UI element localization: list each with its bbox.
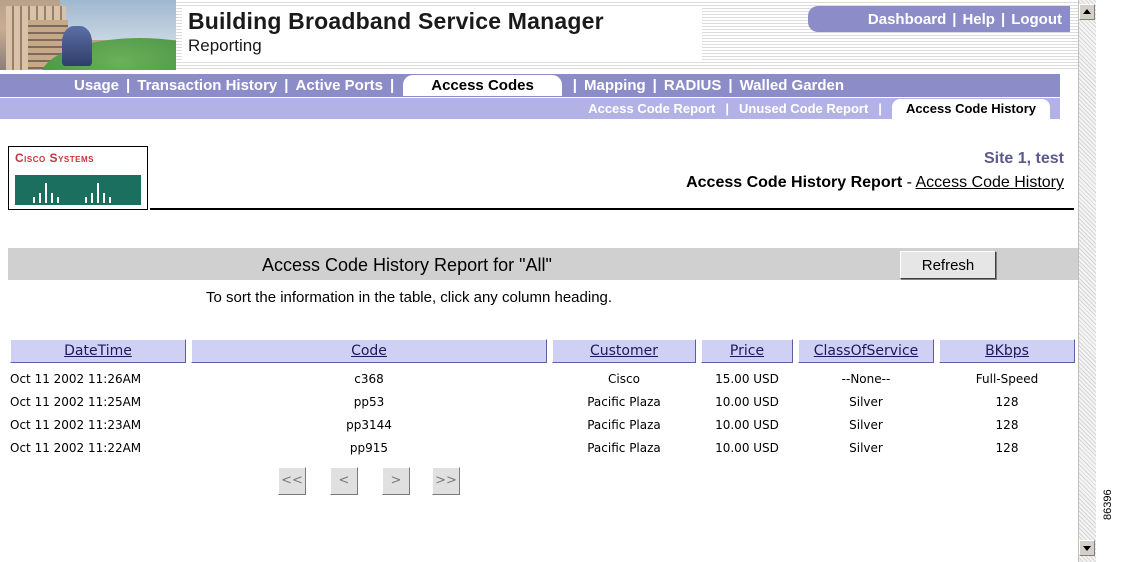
cell-code: c368 (354, 372, 384, 386)
column-header-price[interactable]: Price (701, 339, 793, 363)
report-title: Access Code History Report for "All" (262, 255, 552, 275)
column-header-classofservice[interactable]: ClassOfService (798, 339, 934, 363)
cell-classofservice: Silver (849, 418, 883, 432)
cell-datetime: Oct 11 2002 11:23AM (10, 418, 142, 432)
nav-mapping[interactable]: Mapping (584, 77, 646, 94)
figure-id: 86396 (1102, 489, 1114, 520)
utility-nav: Dashboard | Help | Logout (808, 6, 1070, 32)
cell-classofservice: Silver (849, 441, 883, 455)
scroll-up-icon[interactable] (1079, 4, 1095, 20)
first-page-button[interactable]: << (278, 467, 306, 495)
vertical-scrollbar[interactable] (1078, 0, 1096, 562)
cell-bkbps: Full-Speed (975, 372, 1039, 386)
app-subtitle: Reporting (188, 36, 262, 55)
cell-customer: Cisco (608, 372, 640, 386)
cell-code: pp915 (349, 441, 389, 455)
logout-link[interactable]: Logout (1011, 11, 1062, 28)
column-header-customer[interactable]: Customer (552, 339, 696, 363)
report-name: Access Code History Report (686, 174, 903, 191)
column-header-code[interactable]: Code (191, 339, 547, 363)
cell-bkbps: 128 (995, 418, 1019, 432)
cell-datetime: Oct 11 2002 11:22AM (10, 441, 142, 455)
refresh-button[interactable]: Refresh (900, 251, 996, 279)
last-page-button[interactable]: >> (432, 467, 460, 495)
scroll-down-icon[interactable] (1079, 540, 1095, 556)
cell-price: 10.00 USD (715, 441, 779, 455)
cell-code: pp53 (353, 395, 385, 409)
next-page-button[interactable]: > (382, 467, 410, 495)
app-header: Building Broadband Service Manager Repor… (0, 0, 1078, 70)
dashboard-link[interactable]: Dashboard (868, 11, 946, 28)
sort-hint: To sort the information in the table, cl… (206, 289, 613, 306)
report-link[interactable]: Access Code History (916, 174, 1065, 191)
previous-page-button[interactable]: < (330, 467, 358, 495)
nav-transaction-history[interactable]: Transaction History (137, 77, 277, 94)
cell-price: 10.00 USD (715, 418, 779, 432)
subnav-unused-code-report[interactable]: Unused Code Report (739, 101, 868, 116)
header-divider (150, 208, 1074, 210)
nav-radius[interactable]: RADIUS (664, 77, 722, 94)
nav-usage[interactable]: Usage (74, 77, 119, 94)
cell-datetime: Oct 11 2002 11:25AM (10, 395, 142, 409)
cell-bkbps: 128 (995, 395, 1019, 409)
app-title: Building Broadband Service Manager (188, 8, 604, 34)
cisco-logo-text: Cisco Systems (15, 151, 94, 165)
cell-classofservice: Silver (849, 395, 883, 409)
nav-walled-garden[interactable]: Walled Garden (740, 77, 844, 94)
nav-access-codes[interactable]: Access Codes (403, 75, 562, 96)
cell-code: pp3144 (346, 418, 392, 432)
help-link[interactable]: Help (962, 11, 995, 28)
cell-price: 10.00 USD (715, 395, 779, 409)
site-name: Site 1, test (983, 150, 1064, 167)
cisco-logo: Cisco Systems (8, 146, 148, 210)
cell-datetime: Oct 11 2002 11:26AM (10, 372, 142, 386)
column-header-bkbps[interactable]: BKbps (939, 339, 1075, 363)
column-header-datetime[interactable]: DateTime (10, 339, 186, 363)
secondary-nav: Access Code Report | Unused Code Report … (0, 97, 1060, 119)
cell-customer: Pacific Plaza (587, 441, 661, 455)
cell-customer: Pacific Plaza (587, 395, 661, 409)
subnav-access-code-report[interactable]: Access Code Report (588, 101, 715, 116)
building-banner-image (0, 0, 176, 70)
subnav-access-code-history[interactable]: Access Code History (891, 98, 1050, 119)
cisco-bars-icon (15, 175, 141, 205)
primary-nav: Usage | Transaction History | Active Por… (0, 74, 1060, 97)
cell-bkbps: 128 (995, 441, 1019, 455)
cell-customer: Pacific Plaza (587, 418, 661, 432)
nav-active-ports[interactable]: Active Ports (295, 77, 383, 94)
cell-price: 15.00 USD (715, 372, 779, 386)
report-breadcrumb: Access Code History Report - Access Code… (686, 174, 1065, 191)
cell-classofservice: --None-- (841, 372, 891, 386)
